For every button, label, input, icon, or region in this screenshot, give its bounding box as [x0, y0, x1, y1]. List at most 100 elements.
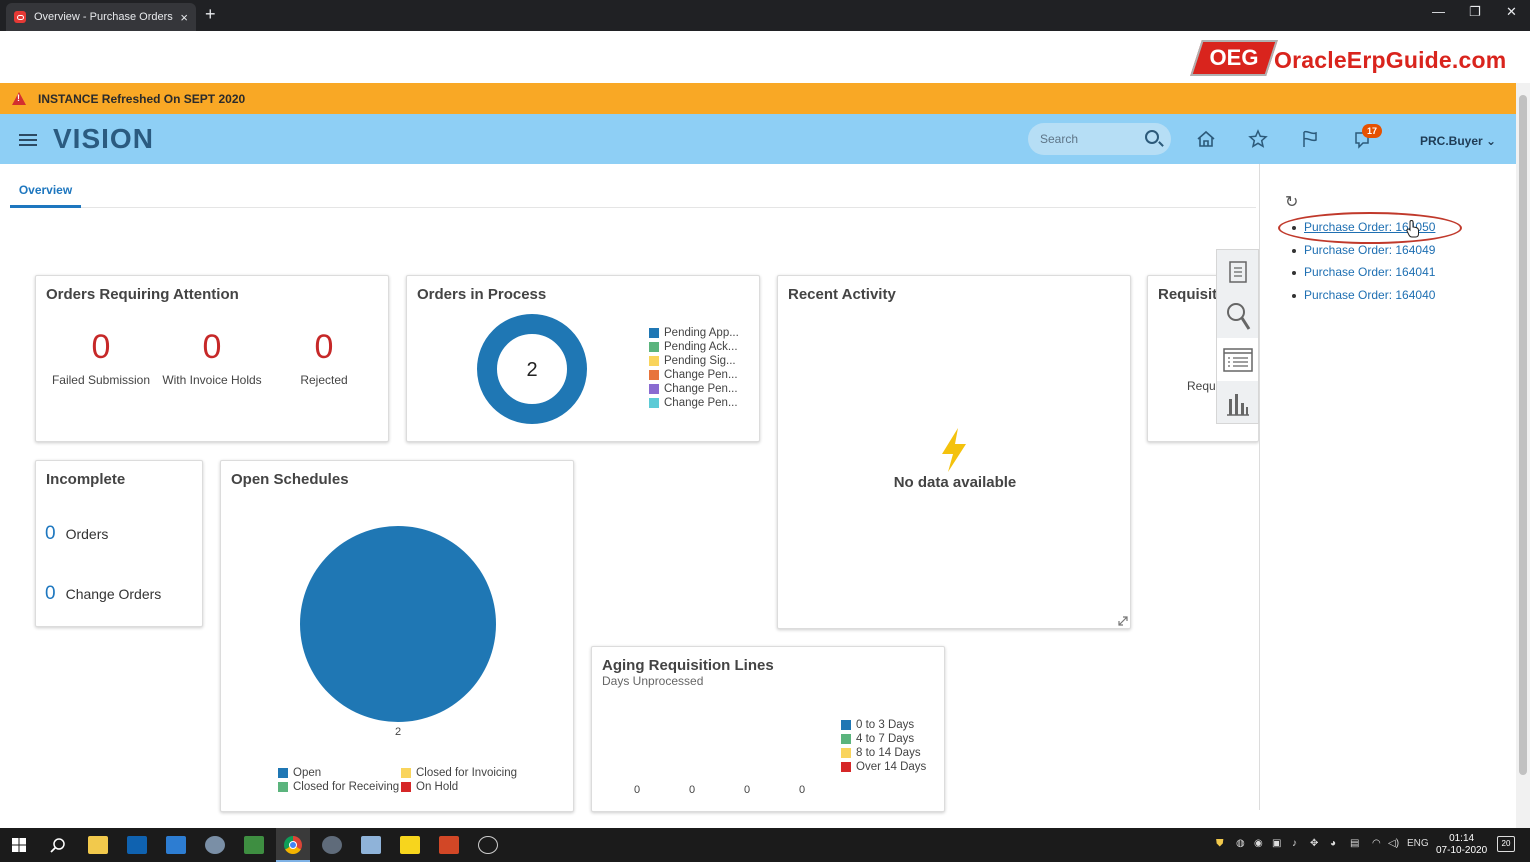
card-title: Incomplete: [46, 471, 126, 488]
minimize-button[interactable]: —: [1432, 4, 1445, 19]
tray-language[interactable]: ENG: [1407, 838, 1429, 849]
tray-app-icon[interactable]: ▤: [1350, 838, 1359, 849]
aging-legend: 0 to 3 Days 4 to 7 Days 8 to 14 Days Ove…: [841, 718, 926, 774]
windows-start-icon[interactable]: [12, 838, 26, 852]
recent-item-link[interactable]: Purchase Order: 164049: [1292, 243, 1435, 266]
open-schedules-pie[interactable]: 2: [299, 525, 499, 739]
home-icon[interactable]: [1195, 128, 1217, 150]
scrollbar-thumb[interactable]: [1519, 95, 1527, 775]
legend-label: Change Pen...: [664, 369, 738, 381]
legend-item: Open: [278, 766, 399, 780]
tasks-tool[interactable]: [1217, 250, 1258, 293]
recent-item-link[interactable]: Purchase Order: 164041: [1292, 265, 1435, 288]
instance-banner: INSTANCE Refreshed On SEPT 2020: [0, 83, 1516, 114]
brand-logo[interactable]: VISION: [53, 123, 154, 155]
action-center-icon[interactable]: 20: [1497, 836, 1515, 852]
incomplete-orders-row[interactable]: 0 Orders: [45, 523, 108, 545]
legend-swatch: [649, 356, 659, 366]
clock-date: 07-10-2020: [1436, 845, 1488, 856]
page-scrollbar[interactable]: [1516, 83, 1530, 828]
recent-item-link[interactable]: Purchase Order: 164040: [1292, 288, 1435, 311]
legend-item: Change Pen...: [649, 396, 739, 410]
recent-items-panel: ↻ Purchase Order: 164050 Purchase Order:…: [1259, 164, 1516, 810]
tray-mic-icon[interactable]: ♪: [1292, 838, 1297, 849]
legend-label: 0 to 3 Days: [856, 719, 915, 731]
expand-icon[interactable]: [1117, 615, 1129, 627]
card-title: Orders Requiring Attention: [46, 286, 239, 303]
browser-tab[interactable]: Overview - Purchase Orders - Or ×: [6, 3, 196, 31]
pie-slice-open[interactable]: [300, 526, 496, 722]
search-tool[interactable]: [1217, 294, 1258, 337]
search-icon[interactable]: [1145, 130, 1159, 144]
orders-in-process-legend: Pending App... Pending Ack... Pending Si…: [649, 326, 739, 410]
card-title: Orders in Process: [417, 286, 547, 303]
recent-item-label: Purchase Order: 164040: [1304, 287, 1436, 302]
file-explorer-icon[interactable]: [88, 836, 108, 854]
banner-text: INSTANCE Refreshed On SEPT 2020: [38, 91, 246, 106]
window-close-button[interactable]: ✕: [1506, 4, 1517, 20]
failed-submission-metric[interactable]: 0 Failed Submission: [46, 328, 156, 387]
tray-app-icon[interactable]: ◍: [1236, 838, 1245, 849]
tray-volume-icon[interactable]: ◁): [1388, 838, 1399, 849]
incomplete-change-orders-count: 0: [45, 583, 56, 604]
watchlist-flag-icon[interactable]: [1299, 128, 1321, 150]
bar-chart-icon: [1226, 393, 1249, 416]
mail-icon[interactable]: [166, 836, 186, 854]
taskbar-search-icon[interactable]: [50, 837, 66, 853]
lightning-bolt-icon: [942, 428, 966, 472]
legend-swatch: [841, 748, 851, 758]
user-menu[interactable]: PRC.Buyer ⌄: [1420, 134, 1496, 148]
chrome-icon: [284, 836, 302, 854]
side-toolbar: [1216, 249, 1259, 424]
user-name: PRC.Buyer: [1420, 134, 1483, 148]
notification-count-badge: 17: [1362, 124, 1382, 138]
legend-item: On Hold: [401, 780, 517, 794]
new-tab-button[interactable]: +: [205, 4, 216, 25]
refresh-icon[interactable]: ↻: [1285, 192, 1298, 212]
open-schedules-card: Open Schedules 2 Open Closed for Receivi…: [220, 460, 574, 812]
tray-chrome-icon[interactable]: ◉: [1254, 838, 1263, 849]
app-icon[interactable]: [478, 836, 498, 854]
legend-item: Closed for Invoicing: [401, 766, 517, 780]
legend-label: Open: [293, 767, 322, 779]
hand-cursor-icon: [1406, 220, 1419, 238]
incomplete-change-orders-row[interactable]: 0 Change Orders: [45, 583, 161, 605]
tray-wifi-icon[interactable]: ◠: [1372, 838, 1381, 849]
recent-items-tool[interactable]: [1217, 338, 1258, 381]
legend-swatch: [649, 398, 659, 408]
legend-item: 4 to 7 Days: [841, 732, 926, 746]
analytics-tool[interactable]: [1217, 382, 1258, 425]
app-icon[interactable]: [322, 836, 342, 854]
navigator-menu-icon[interactable]: [19, 134, 37, 146]
rejected-metric[interactable]: 0 Rejected: [269, 328, 379, 387]
legend-label: Pending Sig...: [664, 355, 736, 367]
metric-value: 0: [202, 328, 222, 366]
search-input[interactable]: Search: [1028, 123, 1171, 155]
chrome-taskbar-button[interactable]: [276, 828, 310, 862]
tray-network-icon[interactable]: ◕: [1330, 838, 1336, 849]
legend-label: On Hold: [416, 781, 459, 793]
tray-app-icon[interactable]: ✥: [1310, 838, 1318, 849]
sticky-notes-icon[interactable]: [400, 836, 420, 854]
tab-overview[interactable]: Overview: [10, 181, 81, 208]
legend-swatch: [649, 342, 659, 352]
incomplete-orders-label: Orders: [65, 526, 109, 542]
card-title: Requisit: [1158, 286, 1218, 303]
restore-button[interactable]: ❐: [1469, 4, 1481, 20]
card-title: Aging Requisition Lines: [602, 657, 774, 674]
favorites-star-icon[interactable]: [1247, 128, 1269, 150]
app-icon[interactable]: [205, 836, 225, 854]
orders-in-process-donut[interactable]: 2: [476, 313, 588, 425]
tab-close-icon[interactable]: ×: [180, 10, 188, 25]
app-icon[interactable]: [361, 836, 381, 854]
powerpoint-icon[interactable]: [439, 836, 459, 854]
taskbar-clock[interactable]: 01:14 07-10-2020: [1436, 833, 1487, 857]
invoice-holds-metric[interactable]: 0 With Invoice Holds: [157, 328, 267, 387]
legend-swatch: [401, 768, 411, 778]
outlook-icon[interactable]: [127, 836, 147, 854]
notepad-icon[interactable]: [244, 836, 264, 854]
legend-swatch: [841, 734, 851, 744]
bar-data-label: 0: [634, 784, 641, 796]
tray-shield-icon[interactable]: ⛊: [1216, 838, 1224, 849]
tray-app-icon[interactable]: ▣: [1272, 838, 1281, 849]
